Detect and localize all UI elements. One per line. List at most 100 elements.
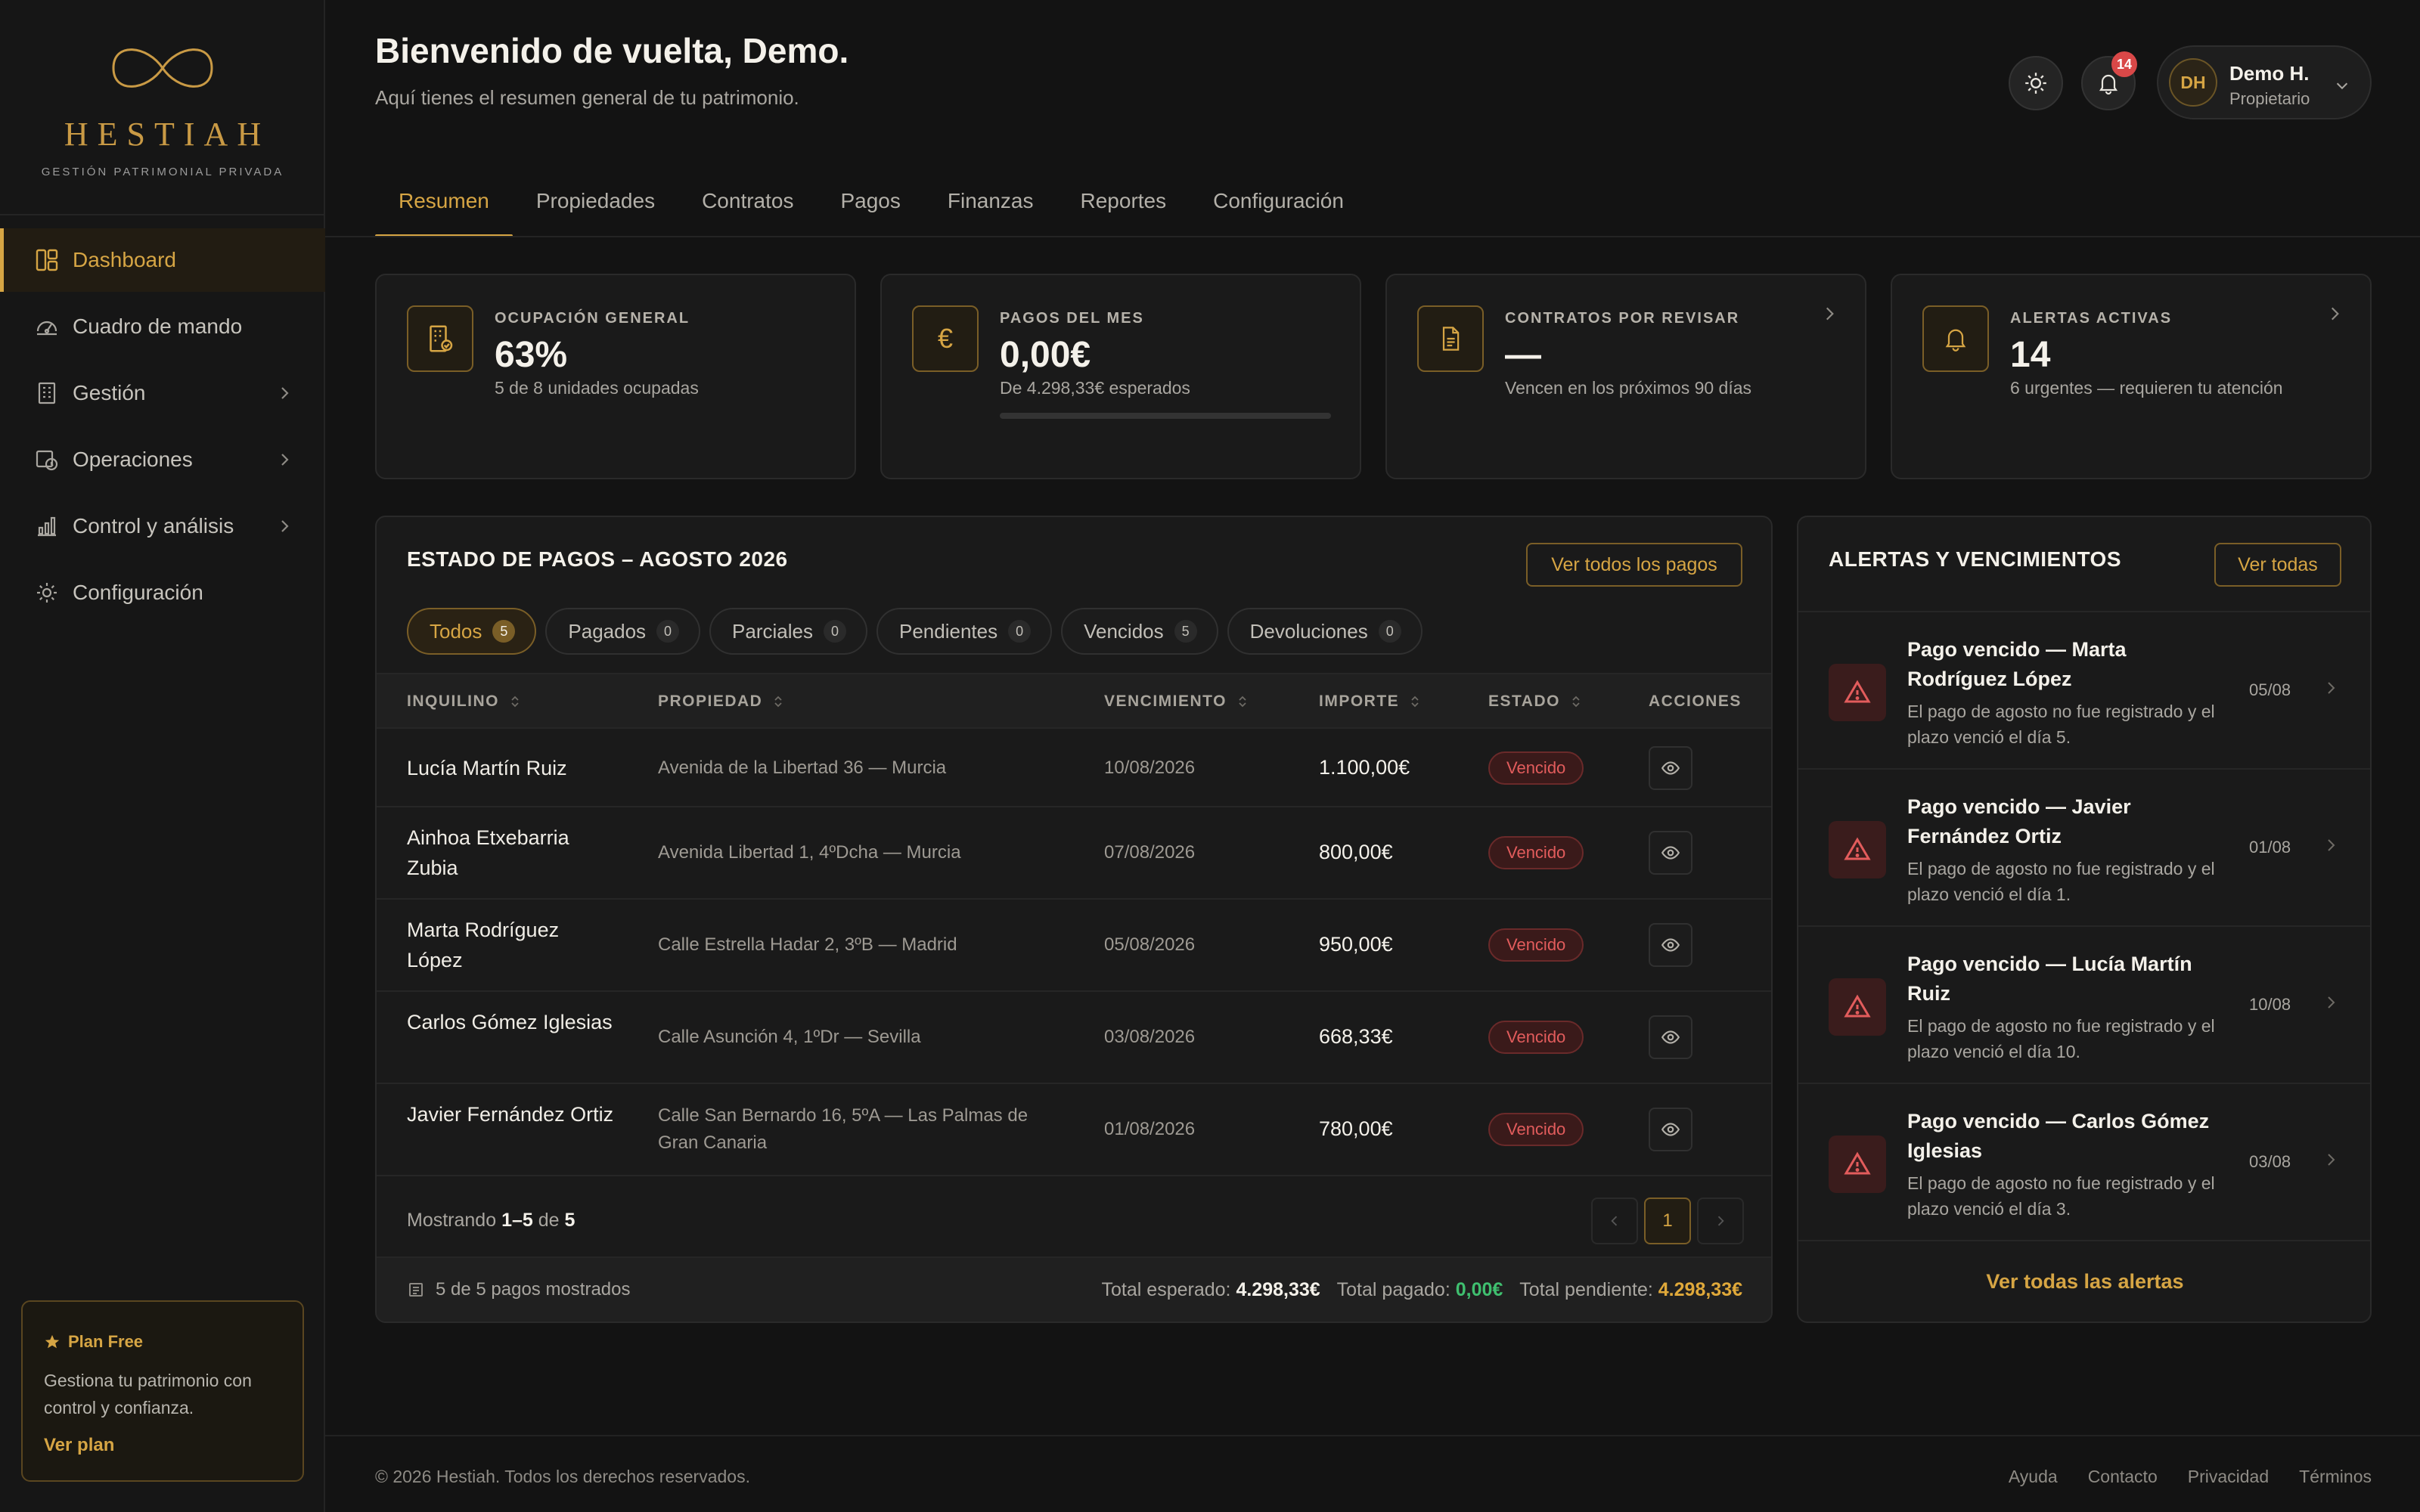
footer-link-ayuda[interactable]: Ayuda: [2009, 1467, 2058, 1487]
alert-description: El pago de agosto no fue registrado y el…: [1907, 859, 2215, 904]
alert-description: El pago de agosto no fue registrado y el…: [1907, 1016, 2215, 1061]
due-date: 05/08/2026: [1104, 934, 1196, 955]
sort-icon: [1239, 696, 1246, 708]
sidebar-item-gestion[interactable]: Gestión: [0, 361, 325, 425]
sidebar-item-operaciones[interactable]: Operaciones: [0, 428, 325, 491]
chevron-right-icon: [2328, 839, 2335, 851]
chevron-right-icon: [281, 520, 289, 532]
alert-title: Pago vencido — Javier Fernández Ortiz: [1907, 795, 2131, 847]
alerts-panel: ALERTAS Y VENCIMIENTOS Ver todas Pago ve…: [1797, 516, 2372, 1323]
plan-title-label: Plan Free: [68, 1332, 144, 1351]
eye-icon: [1661, 846, 1680, 860]
column-header-estado[interactable]: ESTADO: [1488, 692, 1581, 711]
view-payment-button[interactable]: [1649, 923, 1692, 967]
tabs-divider: [325, 236, 2420, 237]
brand-tagline: GESTIÓN PATRIMONIAL PRIVADA: [41, 166, 284, 178]
kpi-card-contracts[interactable]: CONTRATOS POR REVISAR — Vencen en los pr…: [1385, 274, 1866, 479]
page-button[interactable]: 1: [1644, 1198, 1691, 1244]
sort-icon: [1572, 696, 1580, 708]
avatar: DH: [2169, 58, 2217, 107]
alert-date: 10/08: [2249, 995, 2291, 1014]
filter-vencidos[interactable]: Vencidos 5: [1061, 608, 1218, 655]
next-page-button[interactable]: [1697, 1198, 1744, 1244]
user-name: Demo H.: [2229, 62, 2310, 85]
alert-date: 05/08: [2249, 680, 2291, 699]
sidebar-item-configuracion[interactable]: Configuración: [0, 561, 325, 624]
prev-page-button[interactable]: [1591, 1198, 1638, 1244]
view-payment-button[interactable]: [1649, 746, 1692, 790]
tab-reportes[interactable]: Reportes: [1057, 171, 1190, 237]
column-header-inquilino[interactable]: INQUILINO: [407, 692, 520, 711]
theme-toggle-button[interactable]: [2009, 56, 2063, 110]
view-payment-button[interactable]: [1649, 1015, 1692, 1059]
tab-propiedades[interactable]: Propiedades: [513, 171, 678, 237]
filter-label: Pendientes: [898, 619, 998, 643]
filter-label: Devoluciones: [1249, 619, 1368, 643]
tab-configuracion[interactable]: Configuración: [1190, 171, 1367, 237]
filter-parciales[interactable]: Parciales 0: [709, 608, 867, 655]
status-badge: Vencido: [1488, 751, 1584, 785]
plan-description: Gestiona tu patrimonio con control y con…: [44, 1371, 252, 1418]
tab-contratos[interactable]: Contratos: [678, 171, 817, 237]
column-header-propiedad[interactable]: PROPIEDAD: [658, 692, 783, 711]
column-label: INQUILINO: [407, 692, 499, 710]
tab-resumen[interactable]: Resumen: [375, 171, 513, 237]
total-pending-label: Total pendiente:: [1519, 1279, 1653, 1300]
tenant-name: Carlos Gómez Iglesias: [407, 1011, 613, 1033]
filter-label: Pagados: [568, 619, 647, 643]
filter-count: 0: [823, 620, 846, 643]
tab-finanzas[interactable]: Finanzas: [924, 171, 1057, 237]
chevron-right-icon: [1826, 307, 1834, 321]
main-tabs: Resumen Propiedades Contratos Pagos Fina…: [375, 171, 1367, 237]
view-payment-button[interactable]: [1649, 1108, 1692, 1151]
kpi-card-alerts[interactable]: ALERTAS ACTIVAS 14 6 urgentes — requiere…: [1891, 274, 2372, 479]
sidebar: HESTIAH GESTIÓN PATRIMONIAL PRIVADA Dash…: [0, 0, 325, 1512]
filter-devoluciones[interactable]: Devoluciones 0: [1227, 608, 1423, 655]
sort-icon: [511, 696, 519, 708]
sidebar-item-cuadro-de-mando[interactable]: Cuadro de mando: [0, 295, 325, 358]
warning-icon: [1829, 664, 1886, 721]
kpi-value: 63%: [495, 335, 568, 375]
sidebar-item-control-y-analisis[interactable]: Control y análisis: [0, 494, 325, 558]
star-icon: [45, 1334, 60, 1349]
filter-pagados[interactable]: Pagados 0: [545, 608, 701, 655]
view-plan-link[interactable]: Ver plan: [44, 1435, 281, 1456]
user-menu[interactable]: DH Demo H. Propietario: [2157, 45, 2372, 119]
alert-item[interactable]: Pago vencido — Lucía Martín Ruiz El pago…: [1798, 925, 2370, 1083]
view-all-alerts-button[interactable]: Ver todas: [2214, 543, 2341, 587]
table-row[interactable]: Carlos Gómez Iglesias Calle Asunción 4, …: [377, 992, 1771, 1084]
alerts-title: ALERTAS Y VENCIMIENTOS: [1829, 547, 2121, 571]
brand-logo[interactable]: HESTIAH GESTIÓN PATRIMONIAL PRIVADA: [0, 38, 325, 178]
sidebar-item-label: Operaciones: [73, 448, 193, 471]
notification-count-badge: 14: [2111, 51, 2137, 77]
status-badge: Vencido: [1488, 1113, 1584, 1146]
filter-pendientes[interactable]: Pendientes 0: [876, 608, 1053, 655]
table-row[interactable]: Javier Fernández Ortiz Calle San Bernard…: [377, 1084, 1771, 1176]
table-row[interactable]: Ainhoa Etxebarria Zubia Avenida Libertad…: [377, 807, 1771, 900]
alert-item[interactable]: Pago vencido — Marta Rodríguez López El …: [1798, 611, 2370, 768]
column-header-vencimiento[interactable]: VENCIMIENTO: [1104, 692, 1248, 711]
view-all-payments-button[interactable]: Ver todos los pagos: [1526, 543, 1742, 587]
tab-pagos[interactable]: Pagos: [817, 171, 923, 237]
filter-todos[interactable]: Todos 5: [407, 608, 537, 655]
alert-item[interactable]: Pago vencido — Carlos Gómez Iglesias El …: [1798, 1083, 2370, 1240]
alert-item[interactable]: Pago vencido — Javier Fernández Ortiz El…: [1798, 768, 2370, 925]
column-header-importe[interactable]: IMPORTE: [1319, 692, 1420, 711]
status-badge: Vencido: [1488, 928, 1584, 962]
pager-range: 1–5: [501, 1210, 533, 1231]
brand-name: HESTIAH: [64, 116, 271, 153]
footer-link-terminos[interactable]: Términos: [2299, 1467, 2372, 1487]
filter-label: Vencidos: [1084, 619, 1164, 643]
amount: 668,33€: [1319, 1025, 1393, 1048]
footer-link-contacto[interactable]: Contacto: [2088, 1467, 2158, 1487]
sidebar-item-dashboard[interactable]: Dashboard: [0, 228, 325, 292]
property-address: Calle Asunción 4, 1ºDr — Sevilla: [658, 1027, 921, 1047]
view-payment-button[interactable]: [1649, 831, 1692, 875]
view-all-alerts-link[interactable]: Ver todas las alertas: [1798, 1270, 2370, 1294]
euro-icon: €: [912, 305, 979, 372]
footer-link-privacidad[interactable]: Privacidad: [2188, 1467, 2269, 1487]
filter-label: Parciales: [732, 619, 813, 643]
table-row[interactable]: Lucía Martín Ruiz Avenida de la Libertad…: [377, 729, 1771, 807]
table-row[interactable]: Marta Rodríguez López Calle Estrella Had…: [377, 900, 1771, 992]
bell-icon: [1922, 305, 1989, 372]
